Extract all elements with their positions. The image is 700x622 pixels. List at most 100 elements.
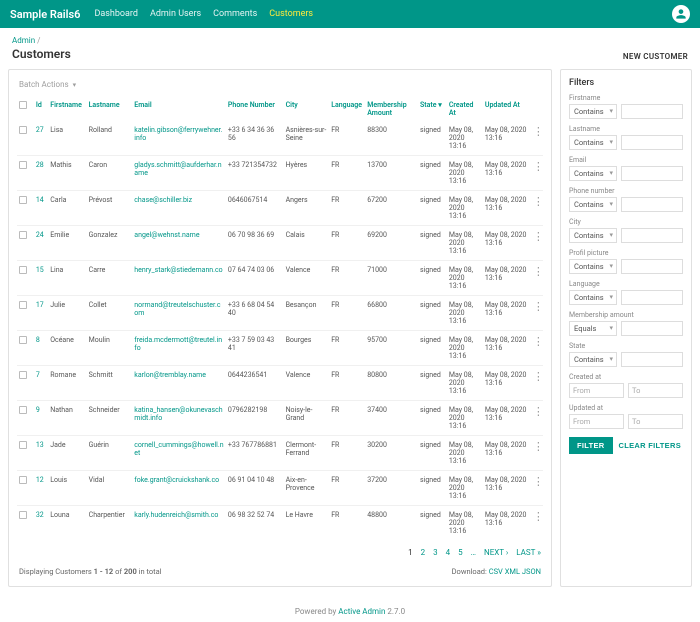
row-actions-icon[interactable]: ⋮ [533, 335, 544, 348]
filter-button[interactable]: FILTER [569, 437, 613, 454]
row-checkbox[interactable] [19, 266, 27, 274]
row-actions-icon[interactable]: ⋮ [533, 405, 544, 418]
row-actions-icon[interactable]: ⋮ [533, 195, 544, 208]
col-firstname[interactable]: Firstname [48, 97, 86, 121]
cell-email[interactable]: cornell_cummings@howell.net [132, 436, 226, 471]
col-updated[interactable]: Updated At [483, 97, 531, 121]
f-firstname-op[interactable]: Contains [569, 104, 617, 119]
cell-email[interactable]: chase@schiller.biz [132, 191, 226, 226]
dl-json[interactable]: JSON [522, 567, 541, 576]
row-actions-icon[interactable]: ⋮ [533, 370, 544, 383]
f-lang-op[interactable]: Contains [569, 290, 617, 305]
col-id[interactable]: Id [34, 97, 48, 121]
cell-email[interactable]: normand@treutelschuster.com [132, 296, 226, 331]
new-customer-button[interactable]: NEW CUSTOMER [623, 52, 688, 61]
f-email-op[interactable]: Contains [569, 166, 617, 181]
col-city[interactable]: City [284, 97, 330, 121]
cell-id[interactable]: 9 [34, 401, 48, 436]
row-actions-icon[interactable]: ⋮ [533, 300, 544, 313]
cell-id[interactable]: 32 [34, 506, 48, 541]
row-checkbox[interactable] [19, 441, 27, 449]
row-actions-icon[interactable]: ⋮ [533, 160, 544, 173]
row-checkbox[interactable] [19, 371, 27, 379]
cell-email[interactable]: henry_stark@stiedemann.co [132, 261, 226, 296]
f-lang-input[interactable] [621, 290, 683, 305]
cell-email[interactable]: foke.grant@cruickshank.co [132, 471, 226, 506]
col-email[interactable]: Email [132, 97, 226, 121]
page-next[interactable]: NEXT › [484, 548, 508, 557]
f-lastname-op[interactable]: Contains [569, 135, 617, 150]
cell-email[interactable]: gladys.schmitt@aufderhar.name [132, 156, 226, 191]
nav-customers[interactable]: Customers [269, 9, 313, 19]
f-updated-to[interactable]: To [628, 414, 683, 429]
row-actions-icon[interactable]: ⋮ [533, 230, 544, 243]
row-checkbox[interactable] [19, 406, 27, 414]
f-updated-from[interactable]: From [569, 414, 624, 429]
row-checkbox[interactable] [19, 161, 27, 169]
row-checkbox[interactable] [19, 476, 27, 484]
cell-email[interactable]: freida.mcdermott@treutel.info [132, 331, 226, 366]
row-checkbox[interactable] [19, 126, 27, 134]
cell-email[interactable]: katelin.gibson@ferrywehner.info [132, 121, 226, 156]
row-actions-icon[interactable]: ⋮ [533, 265, 544, 278]
cell-id[interactable]: 15 [34, 261, 48, 296]
col-phone[interactable]: Phone Number [226, 97, 284, 121]
f-amount-op[interactable]: Equals [569, 321, 617, 336]
cell-email[interactable]: katina_hansen@okunevaschmidt.info [132, 401, 226, 436]
dl-csv[interactable]: CSV [489, 567, 503, 576]
row-checkbox[interactable] [19, 231, 27, 239]
cell-email[interactable]: karlon@tremblay.name [132, 366, 226, 401]
f-state-op[interactable]: Contains [569, 352, 617, 367]
row-actions-icon[interactable]: ⋮ [533, 510, 544, 523]
col-state[interactable]: State ▾ [418, 97, 447, 121]
cell-id[interactable]: 7 [34, 366, 48, 401]
f-email-input[interactable] [621, 166, 683, 181]
batch-actions[interactable]: Batch Actions ▾ [17, 78, 543, 97]
cell-id[interactable]: 17 [34, 296, 48, 331]
cell-id[interactable]: 12 [34, 471, 48, 506]
cell-id[interactable]: 27 [34, 121, 48, 156]
row-checkbox[interactable] [19, 196, 27, 204]
f-profil-input[interactable] [621, 259, 683, 274]
f-phone-input[interactable] [621, 197, 683, 212]
f-amount-input[interactable] [621, 321, 683, 336]
f-firstname-input[interactable] [621, 104, 683, 119]
row-checkbox[interactable] [19, 511, 27, 519]
clear-filters-button[interactable]: CLEAR FILTERS [619, 437, 682, 454]
page-3[interactable]: 3 [433, 548, 438, 557]
brand[interactable]: Sample Rails6 [10, 8, 80, 21]
nav-comments[interactable]: Comments [213, 9, 257, 19]
col-lastname[interactable]: Lastname [87, 97, 133, 121]
row-actions-icon[interactable]: ⋮ [533, 475, 544, 488]
row-actions-icon[interactable]: ⋮ [533, 440, 544, 453]
cell-email[interactable]: karly.hudenreich@smith.co [132, 506, 226, 541]
f-city-input[interactable] [621, 228, 683, 243]
row-actions-icon[interactable]: ⋮ [533, 125, 544, 138]
select-all-checkbox[interactable] [19, 101, 27, 109]
f-profil-op[interactable]: Contains [569, 259, 617, 274]
f-phone-op[interactable]: Contains [569, 197, 617, 212]
page-2[interactable]: 2 [421, 548, 426, 557]
cell-id[interactable]: 14 [34, 191, 48, 226]
row-checkbox[interactable] [19, 336, 27, 344]
col-language[interactable]: Language [329, 97, 365, 121]
cell-email[interactable]: angel@wehnst.name [132, 226, 226, 261]
nav-admin-users[interactable]: Admin Users [150, 9, 201, 19]
f-lastname-input[interactable] [621, 135, 683, 150]
user-avatar[interactable] [672, 5, 690, 23]
f-city-op[interactable]: Contains [569, 228, 617, 243]
f-created-to[interactable]: To [628, 383, 683, 398]
cell-id[interactable]: 8 [34, 331, 48, 366]
bc-admin[interactable]: Admin [12, 36, 35, 45]
cell-id[interactable]: 24 [34, 226, 48, 261]
f-state-input[interactable] [621, 352, 683, 367]
cell-id[interactable]: 28 [34, 156, 48, 191]
footer-link[interactable]: Active Admin [338, 607, 385, 616]
dl-xml[interactable]: XML [505, 567, 520, 576]
f-created-from[interactable]: From [569, 383, 624, 398]
cell-id[interactable]: 13 [34, 436, 48, 471]
col-created[interactable]: Created At [447, 97, 483, 121]
nav-dashboard[interactable]: Dashboard [94, 9, 138, 19]
page-5[interactable]: 5 [458, 548, 463, 557]
page-4[interactable]: 4 [446, 548, 451, 557]
